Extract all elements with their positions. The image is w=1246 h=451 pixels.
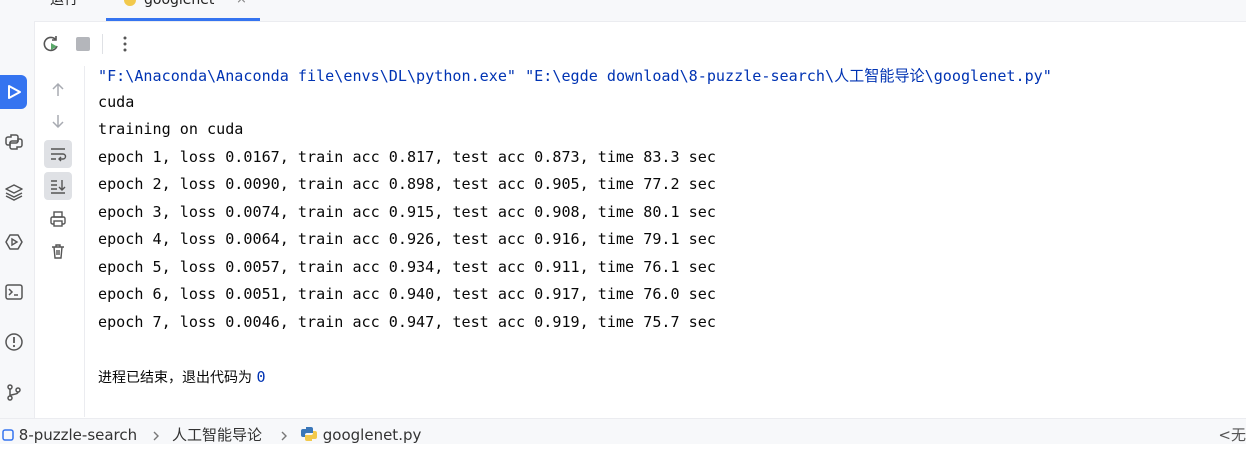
services-icon <box>5 234 23 250</box>
console-line: epoch 7, loss 0.0046, train acc 0.947, t… <box>98 313 716 331</box>
rerun-icon <box>43 36 58 52</box>
printer-icon <box>50 211 66 227</box>
run-tool-window-button[interactable] <box>0 75 27 109</box>
more-vertical-icon <box>123 36 127 52</box>
run-toolbar <box>34 22 1246 66</box>
python-icon <box>5 134 23 150</box>
tab-googlenet[interactable]: googlenet × <box>106 0 260 21</box>
layers-tool-button[interactable] <box>0 175 28 209</box>
close-tab-icon[interactable]: × <box>236 0 247 6</box>
tab-googlenet-label: googlenet <box>144 0 215 8</box>
folder-breadcrumb[interactable]: 人工智能导论 <box>172 419 262 451</box>
console-line: epoch 1, loss 0.0167, train acc 0.817, t… <box>98 148 716 166</box>
status-bar: 8-puzzle-search 人工智能导论 googlenet.py <无 <box>0 418 1246 444</box>
left-tool-strip <box>0 0 35 418</box>
console-side-tools <box>44 74 74 274</box>
process-exit-line: 进程已结束，退出代码为 0 <box>98 367 266 387</box>
tool-window-tab-bar: 运行 googlenet × <box>34 0 1246 22</box>
arrow-down-icon <box>52 115 64 129</box>
clear-all-button[interactable] <box>44 237 72 265</box>
run-icon <box>7 85 21 99</box>
file-breadcrumb[interactable]: googlenet.py <box>300 419 421 451</box>
python-file-icon <box>301 427 317 441</box>
stop-icon <box>76 37 90 51</box>
toolbar-divider <box>102 34 103 54</box>
console-command-line: "F:\Anaconda\Anaconda file\envs\DL\pytho… <box>98 67 1052 85</box>
project-breadcrumb-label: 8-puzzle-search <box>18 426 138 444</box>
chevron-right-icon <box>153 431 159 441</box>
scroll-to-end-icon <box>51 180 66 194</box>
soft-wrap-icon <box>51 148 67 162</box>
python-console-button[interactable] <box>0 125 28 159</box>
layers-icon <box>5 184 23 201</box>
scroll-to-end-toggle[interactable] <box>44 172 72 200</box>
file-breadcrumb-label: googlenet.py <box>322 426 422 444</box>
trash-icon <box>52 244 64 259</box>
stop-button[interactable] <box>72 33 94 55</box>
console-line: cuda <box>98 93 135 111</box>
console-line: epoch 2, loss 0.0090, train acc 0.898, t… <box>98 175 716 193</box>
scroll-up-button[interactable] <box>44 76 72 104</box>
terminal-tool-button[interactable] <box>0 275 28 309</box>
console-line: training on cuda <box>98 120 244 138</box>
tab-run-label: 运行 <box>50 0 78 8</box>
soft-wrap-toggle[interactable] <box>44 140 72 168</box>
git-tool-button[interactable] <box>0 375 28 409</box>
more-options-button[interactable] <box>114 33 136 55</box>
tab-run[interactable]: 运行 <box>50 0 100 21</box>
console-line: epoch 6, loss 0.0051, train acc 0.940, t… <box>98 285 716 303</box>
terminal-icon <box>5 284 23 300</box>
status-right-widget[interactable]: <无 <box>1218 419 1246 451</box>
project-breadcrumb[interactable]: 8-puzzle-search <box>2 419 137 451</box>
problems-tool-button[interactable] <box>0 325 28 359</box>
scroll-down-button[interactable] <box>44 107 72 135</box>
print-button[interactable] <box>44 205 72 233</box>
console-line: epoch 4, loss 0.0064, train acc 0.926, t… <box>98 230 716 248</box>
problems-icon <box>5 333 23 351</box>
chevron-right-icon <box>281 431 287 441</box>
arrow-up-icon <box>52 82 64 96</box>
module-icon <box>2 429 14 441</box>
console-output[interactable]: "F:\Anaconda\Anaconda file\envs\DL\pytho… <box>84 66 1246 417</box>
git-branch-icon <box>7 384 21 401</box>
console-line: epoch 5, loss 0.0057, train acc 0.934, t… <box>98 258 716 276</box>
rerun-button[interactable] <box>40 33 62 55</box>
python-file-icon <box>124 0 136 6</box>
exit-code: 0 <box>256 368 266 386</box>
process-exit-text: 进程已结束，退出代码为 <box>98 370 257 386</box>
console-line: epoch 3, loss 0.0074, train acc 0.915, t… <box>98 203 716 221</box>
services-tool-button[interactable] <box>0 225 28 259</box>
